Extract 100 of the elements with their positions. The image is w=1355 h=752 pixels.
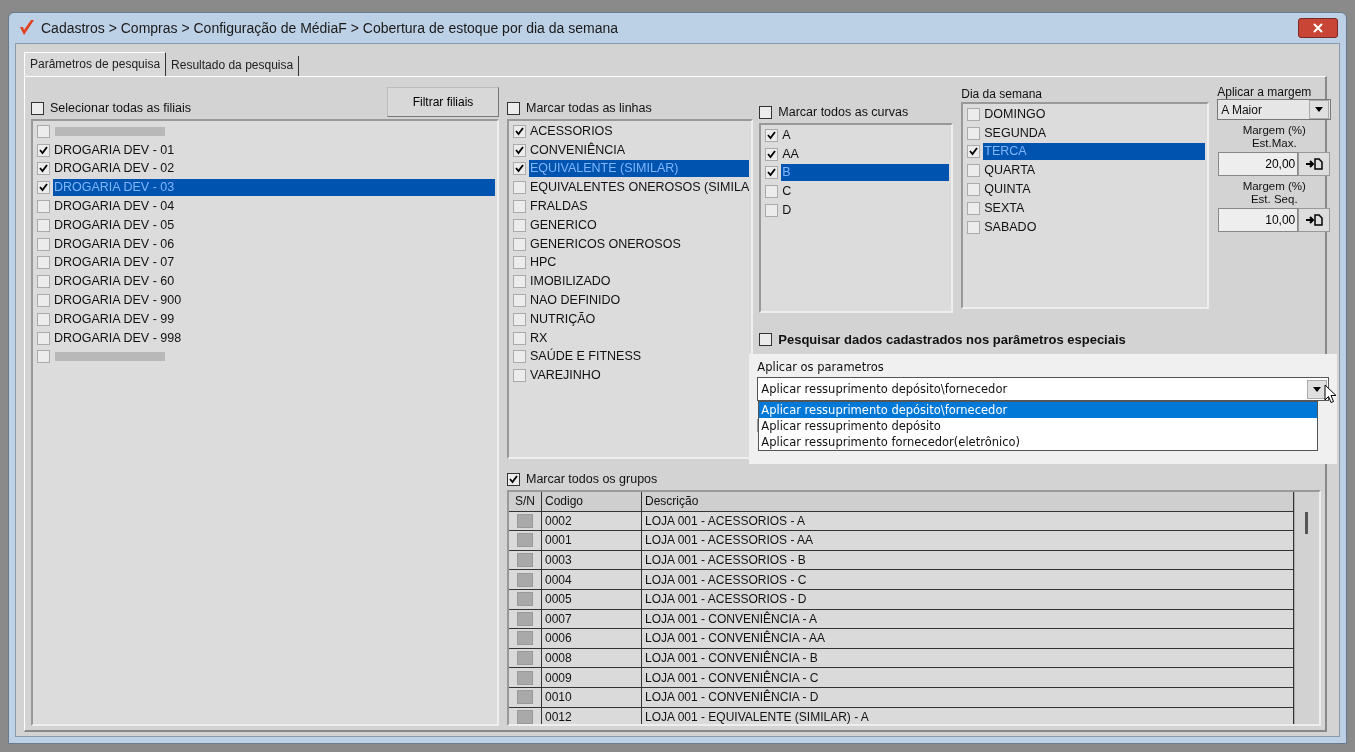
checkbox[interactable]: [967, 145, 981, 159]
checkbox[interactable]: [37, 275, 50, 289]
apply-button[interactable]: [1298, 152, 1331, 176]
list-item[interactable]: DROGARIA DEV - 04: [53, 198, 495, 216]
checkbox[interactable]: [513, 143, 526, 157]
checkbox[interactable]: [37, 350, 50, 364]
list-item[interactable]: DROGARIA DEV - 06: [53, 235, 495, 253]
list-item[interactable]: DROGARIA DEV - 02: [53, 160, 495, 178]
list-item[interactable]: DROGARIA DEV - 998: [53, 329, 495, 347]
checkbox[interactable]: [513, 124, 526, 138]
checkbox[interactable]: [513, 162, 526, 176]
row-selector[interactable]: [517, 572, 533, 587]
list-item[interactable]: QUARTA: [983, 162, 1206, 180]
checkbox[interactable]: [967, 164, 981, 178]
list-item[interactable]: NUTRIÇÃO: [529, 310, 750, 328]
list-item[interactable]: SAÚDE E FITNESS: [529, 348, 750, 366]
row-selector[interactable]: [517, 553, 533, 568]
filter-button[interactable]: Filtrar filiais: [387, 87, 499, 117]
tab[interactable]: Parâmetros de pesquisa: [24, 52, 167, 76]
row-selector[interactable]: [517, 631, 533, 646]
list-item[interactable]: EQUIVALENTE (SIMILAR): [529, 160, 750, 178]
list-item[interactable]: QUINTA: [983, 181, 1206, 199]
list-item[interactable]: FRALDAS: [529, 198, 750, 216]
checkbox[interactable]: [37, 312, 50, 326]
parameters-dropdown[interactable]: Aplicar ressuprimento depósito\fornecedor: [757, 377, 1330, 401]
list-item[interactable]: VAREJINHO: [529, 367, 750, 385]
list-item[interactable]: DOMINGO: [983, 105, 1206, 123]
list-item[interactable]: AA: [781, 145, 950, 163]
row-selector[interactable]: [517, 670, 533, 685]
dropdown-option[interactable]: Aplicar ressuprimento fornecedor(eletrônico): [759, 434, 1318, 450]
checkbox[interactable]: [765, 147, 779, 161]
checkbox[interactable]: [37, 181, 50, 195]
column-header[interactable]: S/N: [509, 492, 542, 511]
checkbox[interactable]: [513, 256, 526, 270]
row-selector[interactable]: [517, 513, 533, 528]
checkbox[interactable]: [37, 256, 50, 270]
checkbox[interactable]: [37, 237, 50, 251]
apply-button[interactable]: [1298, 208, 1331, 232]
checkbox[interactable]: [37, 331, 50, 345]
row-selector[interactable]: [517, 533, 533, 548]
list-item[interactable]: EQUIVALENTES ONEROSOS (SIMILA: [529, 179, 750, 197]
checkbox[interactable]: [513, 275, 526, 289]
list-item[interactable]: CONVENIÊNCIA: [529, 141, 750, 159]
margin-input[interactable]: 10,00: [1218, 208, 1299, 232]
checkbox[interactable]: [37, 294, 50, 308]
checkbox[interactable]: [967, 107, 981, 121]
checkbox[interactable]: [31, 101, 44, 115]
checkbox[interactable]: [513, 237, 526, 251]
checkbox[interactable]: [967, 183, 981, 197]
list-item[interactable]: A: [781, 126, 950, 144]
row-selector[interactable]: [517, 651, 533, 666]
list-item[interactable]: D: [781, 202, 950, 220]
list-item[interactable]: DROGARIA DEV - 07: [53, 254, 495, 272]
row-selector[interactable]: [517, 611, 533, 626]
margin-dropdown[interactable]: A Maior: [1217, 99, 1332, 120]
list-item[interactable]: DROGARIA DEV - 99: [53, 310, 495, 328]
list-item[interactable]: RX: [529, 329, 750, 347]
checkbox[interactable]: [765, 204, 779, 218]
list-item[interactable]: GENERICO: [529, 216, 750, 234]
list-item[interactable]: DROGARIA DEV - 03: [53, 179, 495, 197]
checkbox[interactable]: [37, 218, 50, 232]
checkbox[interactable]: [765, 166, 779, 180]
list-item[interactable]: DROGARIA DEV - 01: [53, 141, 495, 159]
tab[interactable]: Resultado da pesquisa: [166, 56, 300, 76]
checkbox[interactable]: [37, 143, 50, 157]
list-item[interactable]: SEXTA: [983, 199, 1206, 217]
list-item[interactable]: GENERICOS ONEROSOS: [529, 235, 750, 253]
column-header[interactable]: Codigo: [542, 492, 642, 511]
dropdown-option[interactable]: Aplicar ressuprimento depósito: [759, 418, 1318, 434]
row-selector[interactable]: [517, 709, 533, 724]
checkbox[interactable]: [37, 162, 50, 176]
checkbox[interactable]: [513, 218, 526, 232]
list-item[interactable]: DROGARIA DEV - 05: [53, 216, 495, 234]
checkbox[interactable]: [765, 128, 779, 142]
checkbox[interactable]: [967, 126, 981, 140]
row-selector[interactable]: [517, 592, 533, 607]
checkbox[interactable]: [513, 369, 526, 383]
checkbox[interactable]: [513, 200, 526, 214]
list-item[interactable]: NAO DEFINIDO: [529, 292, 750, 310]
checkbox[interactable]: [513, 331, 526, 345]
row-selector[interactable]: [517, 690, 533, 705]
checkbox[interactable]: [759, 105, 773, 119]
checkbox[interactable]: [507, 101, 520, 115]
list-item[interactable]: SEGUNDA: [983, 124, 1206, 142]
close-button[interactable]: [1298, 18, 1338, 38]
checkbox[interactable]: [967, 201, 981, 215]
scrollbar[interactable]: [1294, 492, 1319, 724]
checkbox[interactable]: [513, 350, 526, 364]
margin-input[interactable]: 20,00: [1218, 152, 1299, 176]
checkbox[interactable]: [37, 124, 50, 138]
list-item[interactable]: ACESSORIOS: [529, 122, 750, 140]
list-item[interactable]: DROGARIA DEV - 60: [53, 273, 495, 291]
list-item[interactable]: HPC: [529, 254, 750, 272]
checkbox[interactable]: [759, 332, 773, 346]
checkbox[interactable]: [37, 200, 50, 214]
checkbox[interactable]: [513, 294, 526, 308]
list-item[interactable]: IMOBILIZADO: [529, 273, 750, 291]
checkbox[interactable]: [513, 181, 526, 195]
checkbox[interactable]: [967, 220, 981, 234]
dropdown-option[interactable]: Aplicar ressuprimento depósito\fornecedor: [759, 402, 1318, 418]
